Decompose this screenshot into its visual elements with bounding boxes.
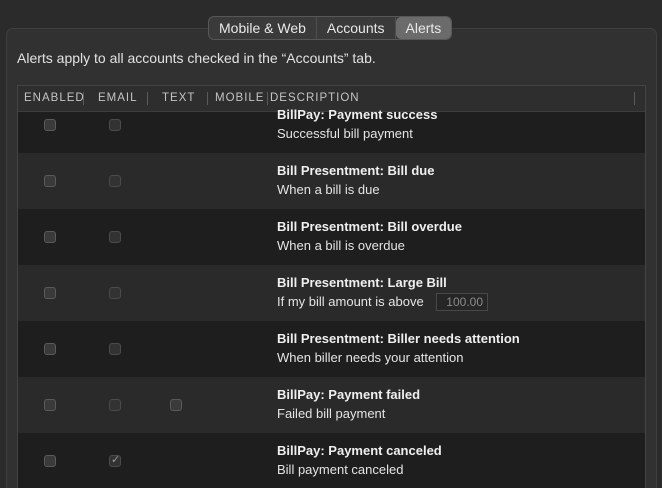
enabled-checkbox[interactable]	[44, 119, 56, 131]
alert-description: When a bill is due	[277, 182, 380, 197]
enabled-checkbox[interactable]	[44, 343, 56, 355]
column-header-enabled[interactable]: ENABLED	[24, 86, 85, 111]
email-checkbox[interactable]	[109, 399, 121, 411]
alert-title: Bill Presentment: Bill overdue	[277, 219, 462, 234]
column-header-mobile[interactable]: MOBILE	[215, 86, 264, 111]
alert-description: When a bill is overdue	[277, 238, 405, 253]
alert-title: BillPay: Payment success	[277, 107, 438, 122]
table-row: BillPay: Payment success Successful bill…	[18, 107, 645, 153]
enabled-checkbox[interactable]	[44, 287, 56, 299]
alert-description: Successful bill payment	[277, 126, 413, 141]
tab-mobile-web[interactable]: Mobile & Web	[209, 17, 317, 39]
tab-accounts[interactable]: Accounts	[317, 17, 396, 39]
alert-title: Bill Presentment: Biller needs attention	[277, 331, 520, 346]
alert-title: Bill Presentment: Bill due	[277, 163, 435, 178]
alert-description: If my bill amount is above	[277, 294, 424, 309]
column-separator[interactable]	[147, 92, 148, 105]
table-row: Bill Presentment: Bill due When a bill i…	[18, 153, 645, 209]
email-checkbox[interactable]	[109, 343, 121, 355]
enabled-checkbox[interactable]	[44, 175, 56, 187]
table-row: BillPay: Payment failed Failed bill paym…	[18, 377, 645, 433]
alert-description: Bill payment canceled	[277, 462, 404, 477]
email-checkbox[interactable]	[109, 287, 121, 299]
alerts-list: BillPay: Payment success Successful bill…	[18, 107, 645, 488]
column-header-email[interactable]: EMAIL	[98, 86, 138, 111]
enabled-checkbox[interactable]	[44, 455, 56, 467]
email-checkbox[interactable]	[109, 231, 121, 243]
column-header-text[interactable]: TEXT	[162, 86, 195, 111]
text-checkbox[interactable]	[170, 399, 182, 411]
alert-title: Bill Presentment: Large Bill	[277, 275, 447, 290]
table-row: Bill Presentment: Biller needs attention…	[18, 321, 645, 377]
column-separator[interactable]	[207, 92, 208, 105]
column-separator[interactable]	[634, 92, 635, 105]
column-separator[interactable]	[267, 92, 268, 105]
table-row: Bill Presentment: Bill overdue When a bi…	[18, 209, 645, 265]
alerts-table: ENABLED EMAIL TEXT MOBILE DESCRIPTION Bi…	[17, 85, 646, 488]
alerts-intro-text: Alerts apply to all accounts checked in …	[17, 50, 376, 66]
enabled-checkbox[interactable]	[44, 231, 56, 243]
email-checkbox[interactable]	[109, 119, 121, 131]
tab-alerts[interactable]: Alerts	[395, 17, 452, 39]
checkmark-icon: ✓	[111, 454, 121, 466]
alert-title: BillPay: Payment failed	[277, 387, 421, 402]
tab-bar: Mobile & Web Accounts Alerts	[208, 16, 453, 40]
alert-description: When biller needs your attention	[277, 350, 464, 365]
alert-title: BillPay: Payment canceled	[277, 443, 442, 458]
email-checkbox[interactable]	[109, 175, 121, 187]
bill-amount-field[interactable]: 100.00	[436, 293, 488, 311]
table-row: ✓ BillPay: Payment canceled Bill payment…	[18, 433, 645, 488]
enabled-checkbox[interactable]	[44, 399, 56, 411]
table-row: Bill Presentment: Large Bill If my bill …	[18, 265, 645, 321]
column-separator[interactable]	[83, 92, 84, 105]
email-checkbox[interactable]: ✓	[109, 454, 121, 467]
alert-description: Failed bill payment	[277, 406, 386, 421]
